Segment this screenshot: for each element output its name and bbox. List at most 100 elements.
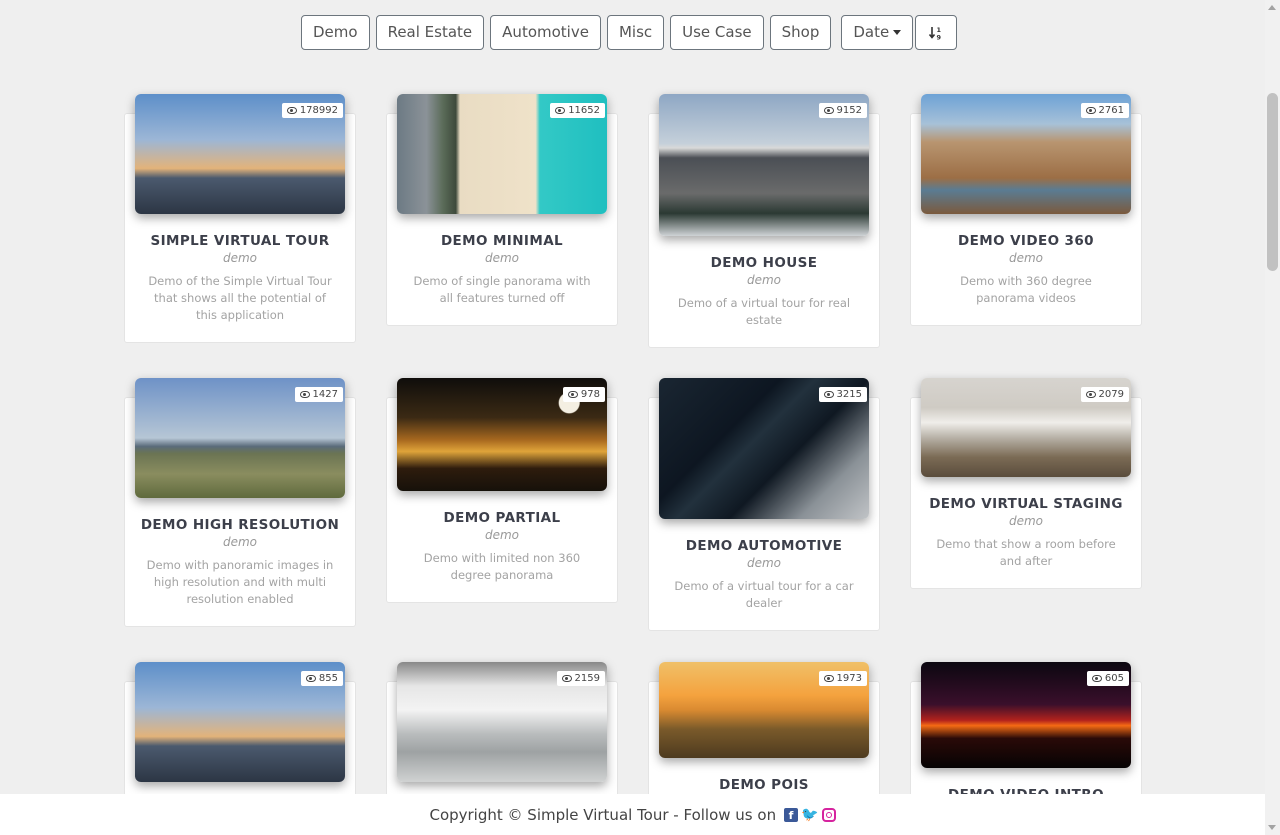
view-count-badge: 1427	[294, 387, 343, 402]
footer-copyright: Copyright © Simple Virtual Tour - Follow…	[429, 805, 777, 824]
tour-card[interactable]: 9152 DEMO HOUSE demo Demo of a virtual tour…	[648, 94, 880, 348]
tour-card[interactable]: 2079 DEMO VIRTUAL STAGING demo Demo that sh…	[910, 378, 1142, 589]
view-count-badge: 11652	[550, 103, 605, 118]
view-count: 978	[580, 389, 600, 400]
view-count: 605	[1104, 673, 1124, 684]
filter-use-case-button[interactable]: Use Case	[670, 15, 764, 50]
eye-icon	[1091, 675, 1102, 682]
eye-icon	[823, 107, 834, 114]
tour-category: demo	[1008, 251, 1044, 265]
tour-title: SIMPLE VIRTUAL TOUR	[150, 233, 330, 249]
tour-category: demo	[484, 528, 520, 542]
scrollbar-thumb[interactable]	[1267, 93, 1278, 271]
filter-shop-button[interactable]: Shop	[769, 15, 832, 50]
tour-category: demo	[484, 251, 520, 265]
view-count: 855	[318, 673, 338, 684]
filter-misc-button[interactable]: Misc	[606, 15, 665, 50]
tour-card[interactable]: 11652 DEMO MINIMAL demo Demo of single pano…	[386, 94, 618, 326]
tour-description: Demo of single panorama with all feature…	[413, 274, 591, 305]
tour-card[interactable]: 178992 SIMPLE VIRTUAL TOUR demo Demo of the…	[124, 94, 356, 343]
view-count: 11652	[568, 105, 600, 116]
eye-icon	[555, 107, 566, 114]
sort-numeric-down-icon: 19	[929, 26, 942, 41]
view-count-badge: 605	[1086, 671, 1129, 686]
filter-demo-button[interactable]: Demo	[301, 15, 370, 50]
tour-title: DEMO HOUSE	[710, 255, 818, 271]
filter-automotive-button[interactable]: Automotive	[490, 15, 601, 50]
tour-thumbnail[interactable]: 3215	[659, 378, 869, 519]
eye-icon	[823, 391, 834, 398]
tour-description: Demo of the Simple Virtual Tour that sho…	[148, 274, 332, 322]
tour-category: demo	[746, 556, 782, 570]
view-count: 178992	[299, 105, 338, 116]
tour-thumbnail[interactable]: 11652	[397, 94, 607, 214]
footer: Copyright © Simple Virtual Tour - Follow…	[0, 794, 1265, 835]
tour-title: DEMO HIGH RESOLUTION	[140, 517, 340, 533]
tour-thumbnail[interactable]: 178992	[135, 94, 345, 214]
tour-category: demo	[222, 535, 258, 549]
tour-title: DEMO VIDEO 360	[958, 233, 1094, 249]
view-count: 3215	[836, 389, 862, 400]
facebook-icon[interactable]: f	[784, 807, 799, 822]
view-count-badge: 2159	[556, 671, 605, 686]
eye-icon	[561, 675, 572, 682]
view-count-badge: 855	[300, 671, 343, 686]
sort-date-dropdown[interactable]: Date	[841, 15, 914, 50]
tour-thumbnail[interactable]: 2761	[921, 94, 1131, 214]
instagram-icon[interactable]	[821, 807, 836, 822]
view-count-badge: 9152	[818, 103, 867, 118]
tour-title: DEMO PARTIAL	[443, 510, 561, 526]
view-count-badge: 978	[562, 387, 605, 402]
view-count-badge: 3215	[818, 387, 867, 402]
tour-thumbnail[interactable]: 9152	[659, 94, 869, 236]
svg-text:9: 9	[937, 33, 942, 41]
twitter-icon[interactable]: 🐦	[801, 807, 818, 823]
eye-icon	[305, 675, 316, 682]
tour-category: demo	[222, 251, 258, 265]
tour-thumbnail[interactable]: 2159	[397, 662, 607, 782]
tour-description: Demo that show a room before and after	[936, 537, 1116, 568]
eye-icon	[286, 107, 297, 114]
scroll-up-arrow[interactable]	[1268, 5, 1276, 10]
filter-bar: Demo Real Estate Automotive Misc Use Case Sho…	[301, 15, 958, 50]
view-count: 2761	[1098, 105, 1124, 116]
tour-thumbnail[interactable]: 2079	[921, 378, 1131, 477]
tour-thumbnail[interactable]: 978	[397, 378, 607, 491]
view-count-badge: 2761	[1080, 103, 1129, 118]
eye-icon	[1085, 391, 1096, 398]
tour-description: Demo of a virtual tour for real estate	[677, 296, 851, 327]
scrollbar[interactable]	[1265, 0, 1280, 835]
tour-thumbnail[interactable]: 605	[921, 662, 1131, 768]
tour-description: Demo with 360 degree panorama videos	[960, 274, 1092, 305]
tour-description: Demo with limited non 360 degree panoram…	[423, 551, 581, 582]
tour-description: Demo with panoramic images in high resol…	[146, 558, 334, 606]
tour-category: demo	[1008, 514, 1044, 528]
view-count-badge: 178992	[281, 103, 343, 118]
view-count-badge: 2079	[1080, 387, 1129, 402]
sort-order-button[interactable]: 19	[915, 15, 958, 50]
social-links: f 🐦	[784, 807, 836, 823]
view-count: 1427	[312, 389, 338, 400]
eye-icon	[567, 391, 578, 398]
tour-title: DEMO VIRTUAL STAGING	[929, 496, 1123, 512]
view-count-badge: 1973	[818, 671, 867, 686]
scroll-down-arrow[interactable]	[1268, 825, 1276, 830]
tour-thumbnail[interactable]: 855	[135, 662, 345, 782]
view-count: 2159	[574, 673, 600, 684]
tour-thumbnail[interactable]: 1973	[659, 662, 869, 758]
tour-thumbnail[interactable]: 1427	[135, 378, 345, 498]
tour-description: Demo of a virtual tour for a car dealer	[674, 579, 854, 610]
tour-card[interactable]: 2761 DEMO VIDEO 360 demo Demo with 360 degr…	[910, 94, 1142, 326]
filter-real-estate-button[interactable]: Real Estate	[375, 15, 485, 50]
tour-title: DEMO MINIMAL	[440, 233, 564, 249]
caret-down-icon	[893, 30, 902, 35]
view-count: 9152	[836, 105, 862, 116]
view-count: 1973	[836, 673, 862, 684]
sort-date-label: Date	[853, 23, 890, 41]
tour-card[interactable]: 978 DEMO PARTIAL demo Demo with limited non…	[386, 378, 618, 603]
eye-icon	[299, 391, 310, 398]
eye-icon	[1085, 107, 1096, 114]
tour-card[interactable]: 1427 DEMO HIGH RESOLUTION demo Demo with pa…	[124, 378, 356, 627]
tour-card[interactable]: 3215 DEMO AUTOMOTIVE demo Demo of a virtual…	[648, 378, 880, 631]
tour-category: demo	[746, 273, 782, 287]
